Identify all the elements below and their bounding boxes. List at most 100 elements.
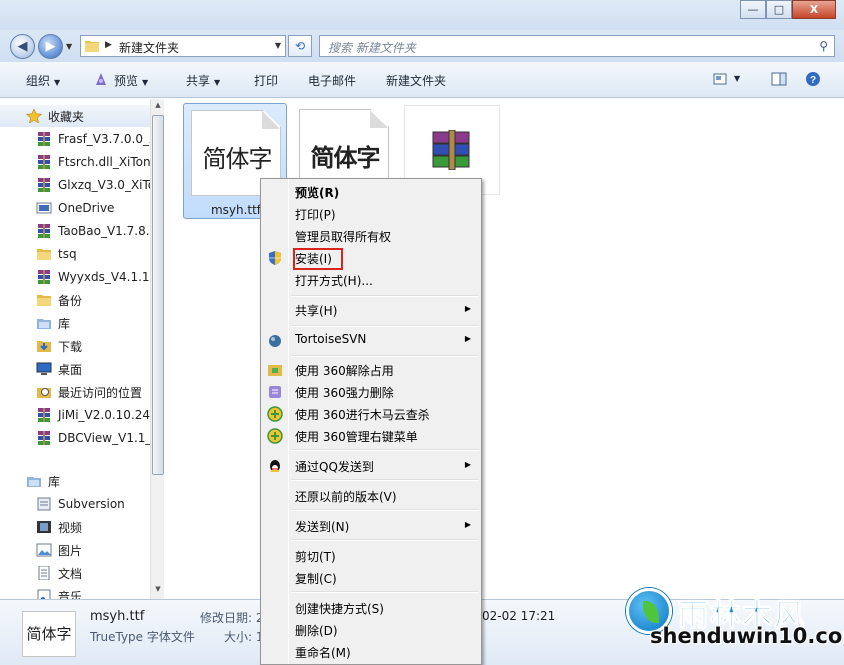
scroll-down-icon[interactable]: ▼: [152, 585, 164, 597]
svg-text:?: ?: [810, 75, 816, 86]
breadcrumb[interactable]: 新建文件夹: [119, 39, 179, 56]
context-menu-item[interactable]: 管理员取得所有权: [263, 225, 479, 247]
back-arrow-icon: ◀: [17, 39, 28, 54]
context-menu-item[interactable]: 剪切(T): [263, 545, 479, 567]
context-menu-item[interactable]: TortoiseSVN ▶: [263, 329, 479, 351]
folder-icon: [36, 293, 52, 307]
maximize-button[interactable]: □: [766, 0, 792, 19]
nav-favorite-item[interactable]: Wyyxds_V4.1.1.:: [0, 266, 150, 288]
organize-button[interactable]: 组织 ▼: [26, 72, 60, 89]
context-menu-item[interactable]: 删除(D): [263, 619, 479, 641]
install-highlight-box: [293, 248, 343, 270]
context-menu-item[interactable]: 还原以前的版本(V): [263, 485, 479, 507]
context-menu: 预览(R) 打印(P) 管理员取得所有权 安装(I) 打开方式(H)... 共享(H) ▶ T…: [260, 178, 482, 665]
context-menu-item-label: 重命名(M): [295, 646, 351, 660]
context-menu-item-label: 打印(P): [295, 208, 336, 222]
documents-library-icon: [36, 565, 52, 581]
details-thumbnail: 简体字: [22, 611, 76, 657]
uac-shield-icon: [267, 250, 283, 266]
nav-favorite-item[interactable]: 最近访问的位置: [0, 381, 150, 403]
nav-item-label: TaoBao_V1.7.8.: [58, 224, 150, 238]
address-history-dropdown-icon[interactable]: ▼: [275, 41, 281, 50]
nav-library-item[interactable]: 图片: [0, 539, 150, 561]
winrar-icon: [36, 408, 52, 422]
scrollbar-thumb[interactable]: [152, 115, 164, 475]
print-button[interactable]: 打印: [254, 72, 278, 89]
preview-app-icon: [96, 73, 106, 85]
nav-favorite-item[interactable]: 备份: [0, 289, 150, 311]
context-menu-item[interactable]: 使用 360解除占用: [263, 359, 479, 381]
forward-button[interactable]: ▶: [38, 34, 63, 59]
nav-libraries-header[interactable]: 库: [0, 470, 150, 492]
star-icon: [25, 108, 43, 124]
submenu-arrow-icon: ▶: [464, 334, 471, 343]
nav-favorite-item[interactable]: Ftsrch.dll_XiTon: [0, 151, 150, 173]
preview-pane-icon[interactable]: [770, 71, 788, 87]
details-modified-label: 修改日期: 2: [200, 611, 264, 625]
address-bar-area: ◀ ▶ ▼ ▶ 新建文件夹 ▼ ⟲ 搜索 新建文件夹 ⚲: [0, 30, 844, 62]
360-menu-manager-icon: [267, 428, 283, 444]
context-menu-item[interactable]: 共享(H) ▶: [263, 299, 479, 321]
nav-item-label: Frasf_V3.7.0.0_X: [58, 132, 150, 146]
details-size-label: 大小: 1: [224, 630, 264, 644]
context-menu-item-label: 剪切(T): [295, 550, 336, 564]
nav-library-item[interactable]: 视频: [0, 516, 150, 538]
nav-favorite-item[interactable]: tsq: [0, 243, 150, 265]
nav-favorite-item[interactable]: JiMi_V2.0.10.24_: [0, 404, 150, 426]
search-input[interactable]: 搜索 新建文件夹 ⚲: [319, 35, 835, 57]
context-menu-item[interactable]: 安装(I): [263, 247, 479, 270]
nav-favorite-item[interactable]: DBCView_V1.1_: [0, 427, 150, 449]
nav-favorite-item[interactable]: Frasf_V3.7.0.0_X: [0, 128, 150, 150]
context-menu-item[interactable]: 发送到(N) ▶: [263, 515, 479, 537]
nav-favorite-item[interactable]: Glxzq_V3.0_XiTo: [0, 174, 150, 196]
help-icon[interactable]: ?: [804, 71, 822, 87]
share-button[interactable]: 共享 ▼: [186, 72, 220, 89]
nav-library-item[interactable]: Subversion: [0, 493, 150, 515]
nav-favorite-item[interactable]: TaoBao_V1.7.8.: [0, 220, 150, 242]
email-button[interactable]: 电子邮件: [308, 72, 356, 89]
new-folder-button[interactable]: 新建文件夹: [386, 72, 446, 89]
360-unlock-icon: [267, 362, 283, 378]
refresh-button[interactable]: ⟲: [288, 35, 312, 57]
scroll-up-icon[interactable]: ▲: [152, 101, 164, 113]
nav-library-item[interactable]: 文档: [0, 562, 150, 584]
recent-places-icon: [36, 385, 52, 399]
context-menu-item[interactable]: 重命名(M): [263, 641, 479, 663]
nav-favorite-item[interactable]: 桌面: [0, 358, 150, 380]
context-menu-item[interactable]: 创建快捷方式(S): [263, 597, 479, 619]
close-button[interactable]: X: [792, 0, 836, 19]
search-icon[interactable]: ⚲: [819, 39, 828, 53]
view-options-icon[interactable]: [712, 71, 730, 87]
context-menu-item[interactable]: 使用 360强力删除: [263, 381, 479, 403]
nav-favorites-header[interactable]: 收藏夹: [0, 105, 150, 127]
context-menu-item[interactable]: 打开方式(H)...: [263, 269, 479, 291]
context-menu-item[interactable]: 通过QQ发送到 ▶: [263, 455, 479, 477]
context-menu-item[interactable]: 复制(C): [263, 567, 479, 589]
chevron-down-icon: ▼: [214, 78, 221, 87]
nav-favorite-item[interactable]: 下载: [0, 335, 150, 357]
navigation-scrollbar[interactable]: ▲ ▼: [150, 99, 164, 599]
nav-item-label: OneDrive: [58, 201, 115, 215]
recent-pages-dropdown-icon[interactable]: ▼: [66, 42, 72, 51]
context-menu-item-label: TortoiseSVN: [295, 332, 367, 346]
address-input[interactable]: ▶ 新建文件夹 ▼: [80, 35, 286, 57]
context-menu-item-label: 删除(D): [295, 624, 338, 638]
view-dropdown-icon[interactable]: ▼: [734, 74, 740, 83]
nav-favorite-item[interactable]: 库: [0, 312, 150, 334]
nav-favorite-item[interactable]: OneDrive: [0, 197, 150, 219]
winrar-icon: [36, 224, 52, 238]
context-menu-item[interactable]: 使用 360进行木马云查杀: [263, 403, 479, 425]
nav-item-label: 图片: [58, 543, 83, 558]
context-menu-item[interactable]: 打印(P): [263, 203, 479, 225]
preview-button[interactable]: 预览 ▼: [114, 72, 148, 89]
search-placeholder: 搜索 新建文件夹: [328, 41, 416, 55]
pictures-library-icon: [36, 543, 52, 557]
breadcrumb-separator-icon[interactable]: ▶: [105, 40, 112, 50]
context-menu-item[interactable]: 预览(R): [263, 181, 479, 203]
title-bar: — □ X: [0, 0, 844, 30]
context-menu-item[interactable]: 使用 360管理右键菜单: [263, 425, 479, 447]
menu-separator: [291, 539, 479, 541]
minimize-button[interactable]: —: [740, 0, 766, 19]
library-icon: [36, 316, 52, 330]
back-button[interactable]: ◀: [10, 34, 35, 59]
